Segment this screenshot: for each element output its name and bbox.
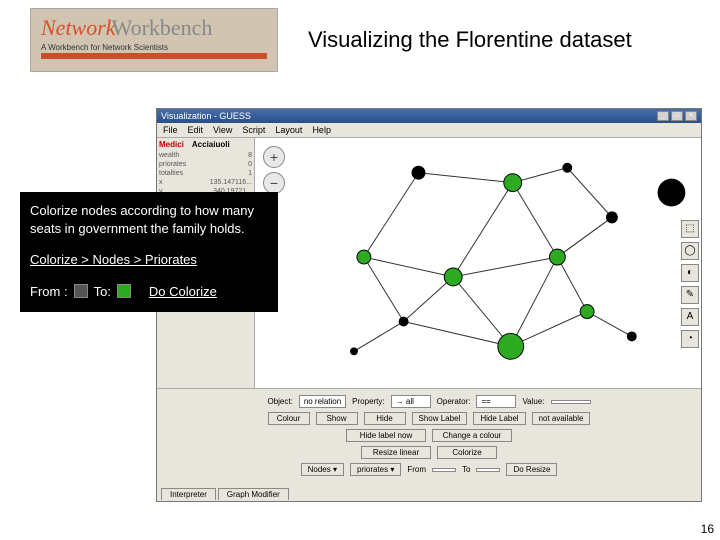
- window-title: Visualization - GUESS: [161, 111, 251, 121]
- tool-palette: ⬚ ◯ ◐ ✎ A ◔: [681, 220, 699, 348]
- operator-select[interactable]: ==: [476, 395, 516, 408]
- logo-subtitle: A Workbench for Network Scientists: [41, 43, 267, 52]
- colour-button[interactable]: Colour: [268, 412, 310, 425]
- panel-header-2: Acciaiuoli: [192, 140, 230, 149]
- menubar: File Edit View Script Layout Help: [157, 123, 701, 137]
- bottom-panel: Object: no relation Property: → all Oper…: [157, 389, 701, 486]
- value-input[interactable]: [551, 400, 591, 404]
- label: Value:: [522, 397, 544, 406]
- showlabel-button[interactable]: Show Label: [412, 412, 468, 425]
- show-button[interactable]: Show: [316, 412, 358, 425]
- colorize-button[interactable]: Colorize: [437, 446, 497, 459]
- prop-key: wealth: [159, 152, 179, 159]
- menu-item[interactable]: Edit: [188, 125, 204, 135]
- menu-item[interactable]: View: [213, 125, 232, 135]
- overlay-path: Colorize > Nodes > Priorates: [30, 251, 268, 269]
- tool-button[interactable]: ✎: [681, 286, 699, 304]
- prop-val: 135.147116...: [210, 179, 252, 186]
- zoom-in-button[interactable]: +: [263, 146, 285, 168]
- zoom-out-button[interactable]: −: [263, 172, 285, 194]
- tool-button[interactable]: ◯: [681, 242, 699, 260]
- tab-interpreter[interactable]: Interpreter: [161, 488, 216, 500]
- max-button[interactable]: □: [671, 111, 683, 121]
- tab-graphmodifier[interactable]: Graph Modifier: [218, 488, 289, 500]
- prop-key: totalties: [159, 170, 183, 177]
- prop-val: 0: [248, 161, 252, 168]
- tool-button[interactable]: A: [681, 308, 699, 326]
- titlebar[interactable]: Visualization - GUESS _ □ ×: [157, 109, 701, 123]
- label: Object:: [267, 397, 292, 406]
- menu-item[interactable]: File: [163, 125, 178, 135]
- tool-button[interactable]: ◔: [681, 330, 699, 348]
- logo-bar: [41, 53, 267, 59]
- object-select[interactable]: no relation: [299, 395, 346, 408]
- hidelabel-button[interactable]: Hide Label: [473, 412, 525, 425]
- label: Property:: [352, 397, 384, 406]
- min-button[interactable]: _: [657, 111, 669, 121]
- prop-key: priorates: [159, 161, 186, 168]
- na-button[interactable]: not available: [532, 412, 591, 425]
- from-swatch: [74, 284, 88, 298]
- menu-item[interactable]: Script: [242, 125, 265, 135]
- label: From: [407, 465, 426, 474]
- label: To: [462, 465, 470, 474]
- from-label: From :: [30, 283, 68, 301]
- property-select[interactable]: → all: [391, 395, 431, 408]
- logo-name2: Workbench: [112, 15, 213, 40]
- logo-name1: Network: [41, 15, 116, 40]
- bottom-tabs: Interpreter Graph Modifier: [157, 486, 701, 500]
- doresize-button[interactable]: Do Resize: [506, 463, 557, 476]
- page-number: 16: [701, 522, 714, 536]
- to-input[interactable]: [476, 468, 500, 472]
- resizelinear-button[interactable]: Resize linear: [361, 446, 431, 459]
- hidelabelnow-button[interactable]: Hide label now: [346, 429, 426, 442]
- overlay-description: Colorize nodes according to how many sea…: [30, 202, 268, 237]
- label: Operator:: [437, 397, 471, 406]
- hide-button[interactable]: Hide: [364, 412, 406, 425]
- logo: NetworkWorkbench A Workbench for Network…: [30, 8, 278, 72]
- close-button[interactable]: ×: [685, 111, 697, 121]
- graph-canvas[interactable]: + −: [255, 138, 701, 388]
- page-title: Visualizing the Florentine dataset: [308, 27, 632, 53]
- tool-button[interactable]: ⬚: [681, 220, 699, 238]
- changecolour-button[interactable]: Change a colour: [432, 429, 512, 442]
- attr-select[interactable]: priorates ▾: [350, 463, 401, 476]
- do-colorize-link[interactable]: Do Colorize: [149, 283, 217, 301]
- graph-svg: [255, 138, 701, 388]
- prop-val: 8: [248, 152, 252, 159]
- prop-key: x: [159, 179, 163, 186]
- tool-button[interactable]: ◐: [681, 264, 699, 282]
- panel-header-1: Medici: [159, 140, 184, 149]
- menu-item[interactable]: Help: [312, 125, 331, 135]
- from-input[interactable]: [432, 468, 456, 472]
- menu-item[interactable]: Layout: [275, 125, 302, 135]
- to-label: To:: [94, 283, 111, 301]
- prop-val: 1: [248, 170, 252, 177]
- annotation-overlay: Colorize nodes according to how many sea…: [20, 192, 278, 312]
- to-swatch: [117, 284, 131, 298]
- nodes-select[interactable]: Nodes ▾: [301, 463, 344, 476]
